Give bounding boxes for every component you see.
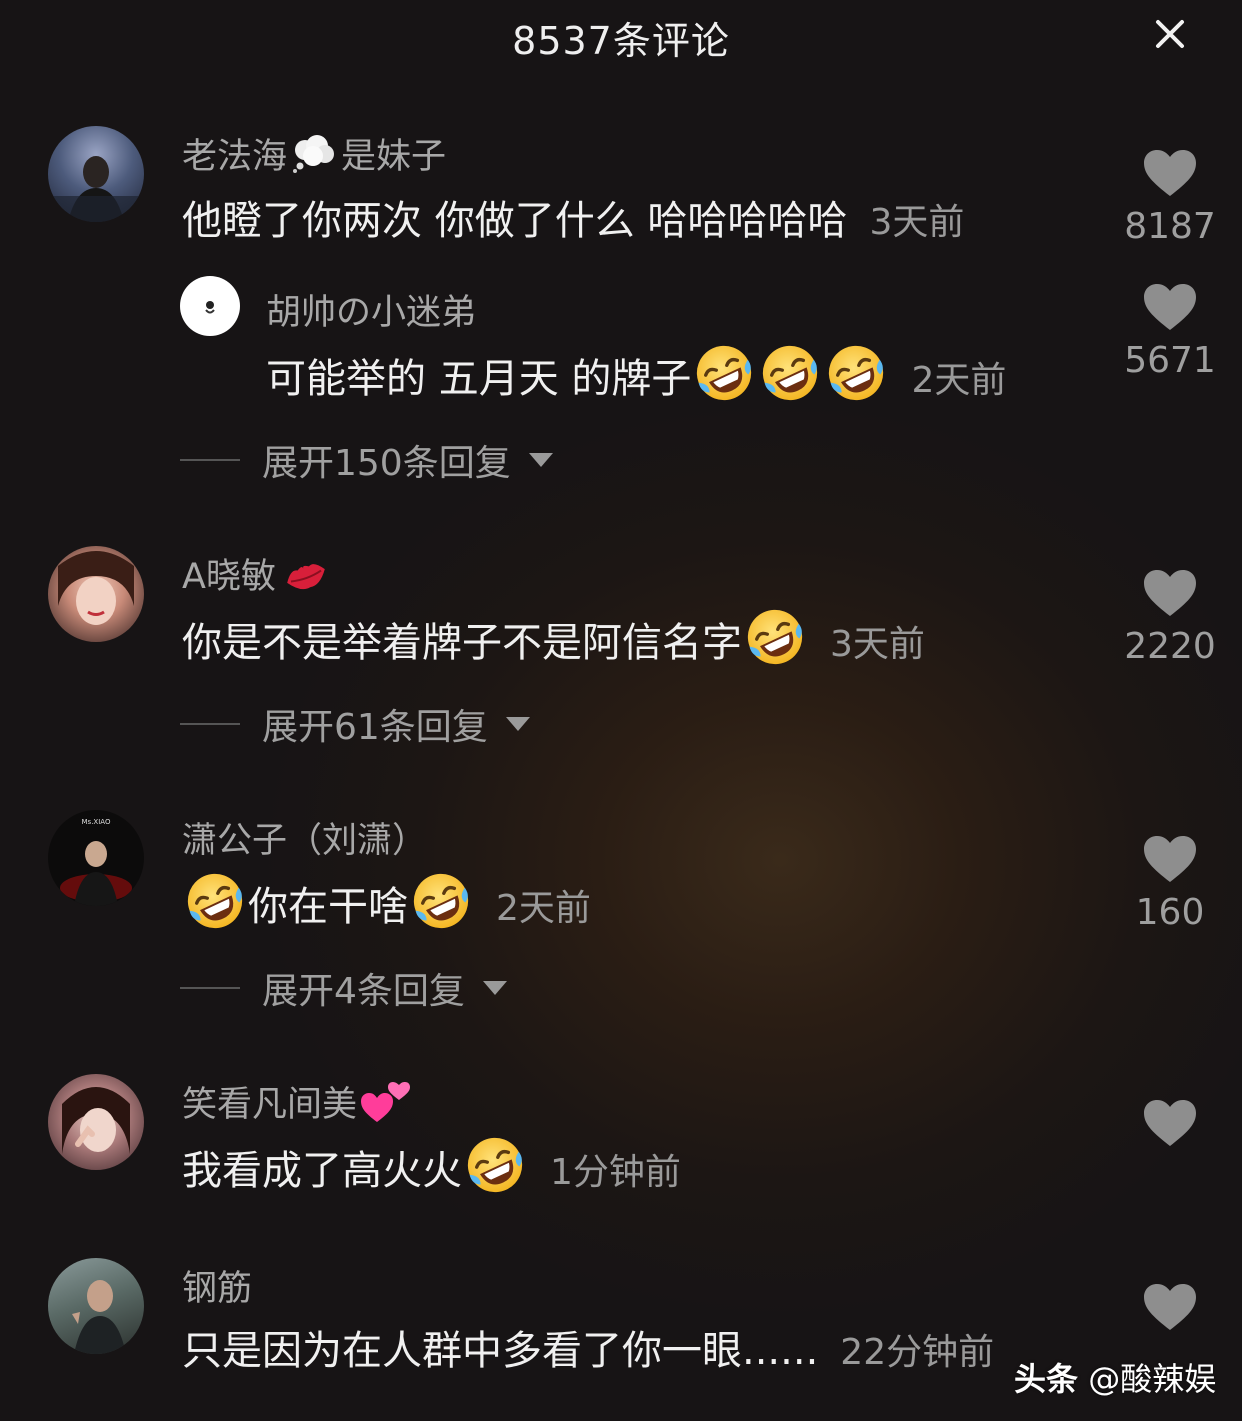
rofl-emoji-icon — [410, 870, 472, 932]
heart-icon — [1144, 1284, 1196, 1330]
comment-time: 22分钟前 — [840, 1332, 995, 1373]
reply-text[interactable]: 可能举的 五月天 的牌子 2天前 — [266, 342, 1006, 404]
comment-text[interactable]: 你是不是举着牌子不是阿信名字 3天前 — [182, 606, 925, 668]
comment-text[interactable]: 我看成了高火火 1分钟前 — [182, 1134, 681, 1196]
avatar[interactable] — [48, 1258, 144, 1354]
thought-bubble-icon — [291, 134, 337, 174]
avatar-caption: Ms.XIAO — [82, 818, 111, 826]
avatar[interactable] — [48, 126, 144, 222]
comment-time: 3天前 — [869, 202, 965, 243]
like-button[interactable]: 5671 — [1115, 282, 1225, 381]
rofl-emoji-icon — [825, 342, 887, 404]
like-button[interactable] — [1115, 1282, 1225, 1332]
heart-icon — [1144, 1100, 1196, 1146]
like-button[interactable]: 2220 — [1115, 568, 1225, 667]
caret-down-icon — [505, 717, 530, 731]
heart-icon — [1144, 570, 1196, 616]
comment-text[interactable]: 他瞪了你两次 你做了什么 哈哈哈哈哈 3天前 — [182, 188, 964, 246]
comment-username[interactable]: A晓敏 — [182, 548, 328, 599]
comment-username[interactable]: 钢筋 — [182, 1260, 252, 1311]
watermark: 头条 @酸辣娱 — [1014, 1354, 1216, 1400]
avatar[interactable]: Ms.XIAO — [48, 810, 144, 906]
rofl-emoji-icon — [693, 342, 755, 404]
like-button[interactable] — [1115, 1098, 1225, 1148]
like-count: 2220 — [1124, 626, 1216, 667]
rofl-emoji-icon — [744, 606, 806, 668]
expand-replies-button[interactable]: 展开4条回复 — [180, 962, 507, 1014]
close-button[interactable] — [1140, 8, 1200, 60]
close-icon — [1156, 20, 1184, 48]
rofl-emoji-icon — [464, 1134, 526, 1196]
avatar[interactable] — [48, 546, 144, 642]
heart-icon — [1144, 836, 1196, 882]
watermark-brand: 头条 — [1014, 1360, 1079, 1398]
comment-username[interactable]: 笑看凡间美 — [182, 1076, 411, 1127]
divider — [180, 459, 240, 461]
rofl-emoji-icon — [759, 342, 821, 404]
expand-replies-button[interactable]: 展开61条回复 — [180, 698, 530, 750]
rofl-emoji-icon — [184, 870, 246, 932]
avatar[interactable] — [180, 276, 240, 336]
like-count: 160 — [1135, 892, 1205, 933]
two-hearts-icon — [361, 1080, 411, 1126]
comment-time: 2天前 — [496, 888, 591, 929]
heart-icon — [1144, 284, 1196, 330]
comment-text[interactable]: 你在干啥 2天前 — [182, 870, 591, 932]
like-button[interactable]: 160 — [1115, 834, 1225, 933]
reply-time: 2天前 — [911, 360, 1007, 401]
comment-time: 1分钟前 — [550, 1152, 681, 1193]
watermark-handle: @酸辣娱 — [1088, 1360, 1217, 1398]
heart-icon — [1144, 150, 1196, 196]
like-button[interactable]: 8187 — [1115, 148, 1225, 247]
lips-icon — [284, 558, 328, 594]
comment-time: 3天前 — [830, 624, 925, 665]
caret-down-icon — [528, 453, 553, 467]
caret-down-icon — [482, 981, 507, 995]
like-count: 5671 — [1124, 340, 1216, 381]
like-count: 8187 — [1124, 206, 1216, 247]
header-title: 8537条评论 — [512, 19, 730, 63]
reply-username[interactable]: 胡帅の小迷弟 — [266, 284, 476, 335]
comment-text[interactable]: 只是因为在人群中多看了你一眼...... 22分钟前 — [182, 1318, 994, 1376]
avatar[interactable] — [48, 1074, 144, 1170]
divider — [180, 723, 240, 725]
divider — [180, 987, 240, 989]
expand-replies-button[interactable]: 展开150条回复 — [180, 434, 553, 486]
comment-username[interactable]: 潇公子（刘潇） — [182, 812, 427, 863]
comment-username[interactable]: 老法海 是妹子 — [182, 128, 446, 179]
